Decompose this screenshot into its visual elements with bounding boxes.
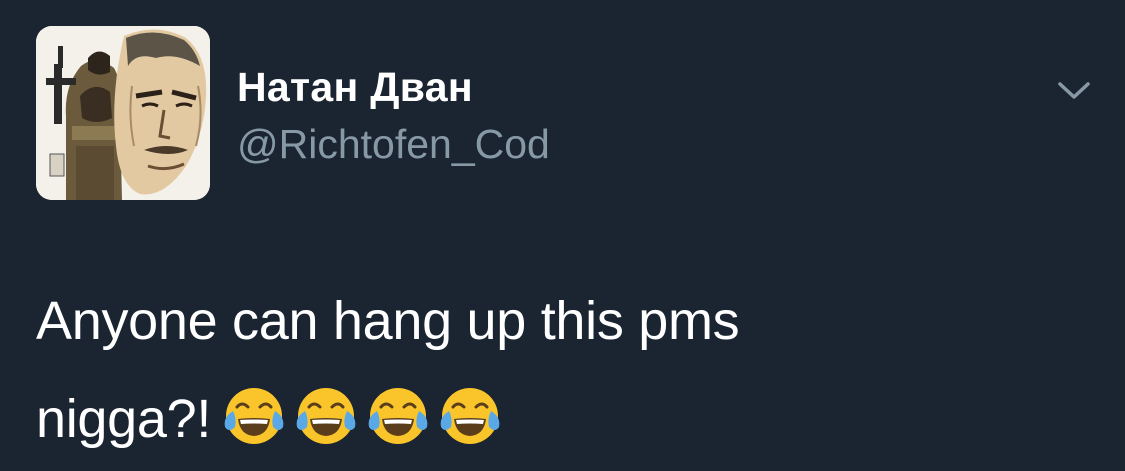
- tweet-text-line-1: Anyone can hang up this pms: [36, 291, 740, 351]
- face-with-tears-of-joy-icon: [437, 382, 503, 448]
- face-with-tears-of-joy-icon: [293, 382, 359, 448]
- tweet-card: Натан Дван @Richtofen_Cod Anyone can han…: [0, 0, 1125, 471]
- author-display-name[interactable]: Натан Дван: [237, 64, 473, 111]
- author-handle[interactable]: @Richtofen_Cod: [237, 121, 550, 168]
- avatar[interactable]: [36, 26, 210, 200]
- face-with-tears-of-joy-icon: [365, 382, 431, 448]
- chevron-down-icon[interactable]: [1054, 76, 1094, 106]
- tweet-text-line-2: nigga?!: [36, 389, 212, 449]
- emoji-row: [221, 382, 509, 471]
- tweet-text: Anyone can hang up this pms nigga?!: [36, 272, 1086, 471]
- avatar-image: [36, 26, 210, 200]
- face-with-tears-of-joy-icon: [221, 382, 287, 448]
